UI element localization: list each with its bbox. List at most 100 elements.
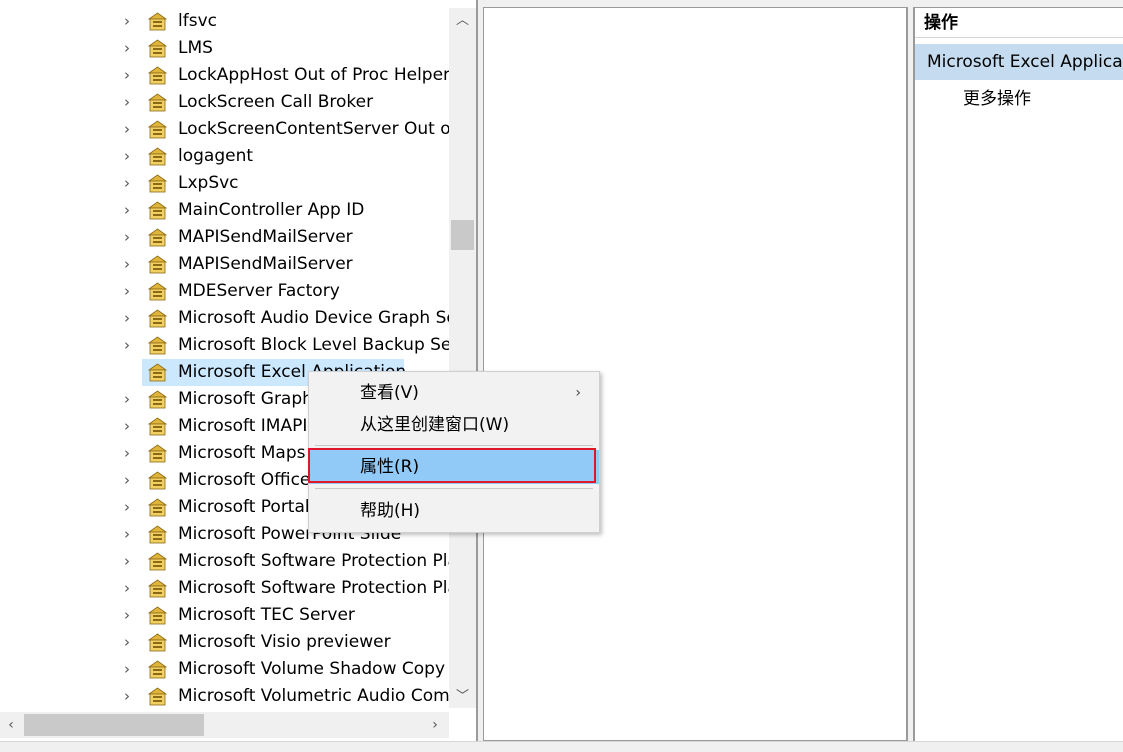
chevron-right-icon[interactable]: › xyxy=(124,634,136,650)
tree-item[interactable]: › LockScreenContentServer Out of xyxy=(0,116,449,143)
folder-component-icon xyxy=(146,550,169,573)
action-item-selected-object[interactable]: Microsoft Excel Application xyxy=(915,44,1123,80)
chevron-right-icon[interactable]: › xyxy=(124,229,136,245)
tree-item[interactable]: › Microsoft Block Level Backup Serv xyxy=(0,332,449,359)
folder-component-icon xyxy=(146,172,169,195)
tree-vertical-scrollbar[interactable]: ︿ ﹀ xyxy=(449,8,476,708)
chevron-right-icon[interactable]: › xyxy=(124,418,136,434)
tree-item-label: MDEServer Factory xyxy=(178,281,340,301)
tree-item[interactable]: › MAPISendMailServer xyxy=(0,251,449,278)
chevron-right-icon[interactable]: › xyxy=(124,607,136,623)
chevron-right-icon[interactable]: › xyxy=(124,526,136,542)
tree-item-label: Microsoft Software Protection Pla xyxy=(178,551,449,571)
chevron-right-icon[interactable]: › xyxy=(124,175,136,191)
tree-item-label: LMS xyxy=(178,38,213,58)
tree-item[interactable]: › Microsoft Software Protection Pla xyxy=(0,548,449,575)
chevron-right-icon[interactable]: › xyxy=(124,688,136,704)
chevron-right-icon[interactable]: › xyxy=(124,499,136,515)
folder-component-icon xyxy=(146,64,169,87)
folder-component-icon xyxy=(146,469,169,492)
status-bar xyxy=(0,741,1123,752)
chevron-right-icon[interactable]: › xyxy=(124,13,136,29)
folder-component-icon xyxy=(146,280,169,303)
tree-item-label: LockScreen Call Broker xyxy=(178,92,374,112)
tree-item-label: Microsoft TEC Server xyxy=(178,605,355,625)
tree-item[interactable]: › logagent xyxy=(0,143,449,170)
tree-horizontal-scrollbar[interactable]: ‹ › xyxy=(0,712,449,738)
chevron-right-icon[interactable]: › xyxy=(124,256,136,272)
scroll-down-arrow-icon[interactable]: ﹀ xyxy=(449,686,476,708)
tree-item[interactable]: › MAPISendMailServer xyxy=(0,224,449,251)
tree-item[interactable]: › Microsoft Visio previewer xyxy=(0,629,449,656)
tree-item[interactable]: › LockScreen Call Broker xyxy=(0,89,449,116)
chevron-right-icon[interactable]: › xyxy=(124,67,136,83)
chevron-right-icon[interactable]: › xyxy=(124,445,136,461)
action-item-more-actions[interactable]: 更多操作 xyxy=(963,86,1031,112)
tree-item-label: Microsoft Portab xyxy=(178,497,316,517)
action-pane: 操作 Microsoft Excel Application 更多操作 xyxy=(913,7,1123,741)
tree-item[interactable]: › MainController App ID xyxy=(0,197,449,224)
folder-component-icon xyxy=(146,361,169,384)
folder-component-icon xyxy=(146,415,169,438)
tree-item[interactable]: › Microsoft Software Protection Pla xyxy=(0,575,449,602)
context-menu: 查看(V) › 从这里创建窗口(W) 属性(R) 帮助(H) xyxy=(308,371,600,533)
tree-item-label: Microsoft Maps xyxy=(178,443,306,463)
chevron-right-icon[interactable]: › xyxy=(124,121,136,137)
scroll-up-arrow-icon[interactable]: ︿ xyxy=(449,10,476,32)
folder-component-icon xyxy=(146,631,169,654)
tree-item-label: logagent xyxy=(178,146,254,166)
chevron-right-icon[interactable]: › xyxy=(124,94,136,110)
chevron-right-icon[interactable]: › xyxy=(124,553,136,569)
folder-component-icon xyxy=(146,334,169,357)
tree-item-label: LxpSvc xyxy=(178,173,239,193)
menu-item-label: 帮助(H) xyxy=(360,501,421,521)
chevron-right-icon[interactable]: › xyxy=(124,202,136,218)
tree-item[interactable]: › Microsoft Volume Shadow Copy S xyxy=(0,656,449,683)
tree-item[interactable]: › Microsoft TEC Server xyxy=(0,602,449,629)
tree-item-label: LockAppHost Out of Proc Helper xyxy=(178,65,449,85)
chevron-right-icon[interactable]: › xyxy=(124,40,136,56)
tree-item-label: Microsoft Block Level Backup Serv xyxy=(178,335,449,355)
folder-component-icon xyxy=(146,37,169,60)
chevron-right-icon[interactable]: › xyxy=(124,310,136,326)
menu-item-view[interactable]: 查看(V) › xyxy=(309,376,599,410)
tree-item[interactable]: › Microsoft Volumetric Audio Comp xyxy=(0,683,449,708)
folder-component-icon xyxy=(146,226,169,249)
tree-vertical-scroll-thumb[interactable] xyxy=(451,220,474,250)
scroll-left-arrow-icon[interactable]: ‹ xyxy=(0,712,22,738)
tree-item-label: MainController App ID xyxy=(178,200,365,220)
chevron-right-icon[interactable]: › xyxy=(124,148,136,164)
folder-component-icon xyxy=(146,91,169,114)
chevron-right-icon[interactable]: › xyxy=(124,391,136,407)
folder-component-icon xyxy=(146,496,169,519)
folder-component-icon xyxy=(146,658,169,681)
folder-component-icon xyxy=(146,604,169,627)
tree-horizontal-scroll-thumb[interactable] xyxy=(24,714,204,736)
scroll-right-arrow-icon[interactable]: › xyxy=(424,712,446,738)
folder-component-icon xyxy=(146,307,169,330)
tree-item[interactable]: › lfsvc xyxy=(0,8,449,35)
folder-component-icon xyxy=(146,145,169,168)
folder-component-icon xyxy=(146,442,169,465)
menu-item-properties[interactable]: 属性(R) xyxy=(309,450,599,484)
tree-item[interactable]: › LxpSvc xyxy=(0,170,449,197)
tree-item[interactable]: › MDEServer Factory xyxy=(0,278,449,305)
tree-item-label: LockScreenContentServer Out of xyxy=(178,119,449,139)
submenu-arrow-icon: › xyxy=(575,385,581,401)
tree-item-label: Microsoft Visio previewer xyxy=(178,632,391,652)
menu-item-help[interactable]: 帮助(H) xyxy=(309,494,599,528)
folder-component-icon xyxy=(146,118,169,141)
chevron-right-icon[interactable]: › xyxy=(124,337,136,353)
chevron-right-icon[interactable]: › xyxy=(124,472,136,488)
tree-item-label: Microsoft Volume Shadow Copy S xyxy=(178,659,449,679)
folder-component-icon xyxy=(146,199,169,222)
tree-item[interactable]: › Microsoft Audio Device Graph Se xyxy=(0,305,449,332)
tree-item[interactable]: › LockAppHost Out of Proc Helper xyxy=(0,62,449,89)
tree-item-label: Microsoft Office xyxy=(178,470,311,490)
chevron-right-icon[interactable]: › xyxy=(124,283,136,299)
folder-component-icon xyxy=(146,577,169,600)
tree-item[interactable]: › LMS xyxy=(0,35,449,62)
chevron-right-icon[interactable]: › xyxy=(124,661,136,677)
chevron-right-icon[interactable]: › xyxy=(124,580,136,596)
menu-item-new-window-from-here[interactable]: 从这里创建窗口(W) xyxy=(309,408,599,442)
